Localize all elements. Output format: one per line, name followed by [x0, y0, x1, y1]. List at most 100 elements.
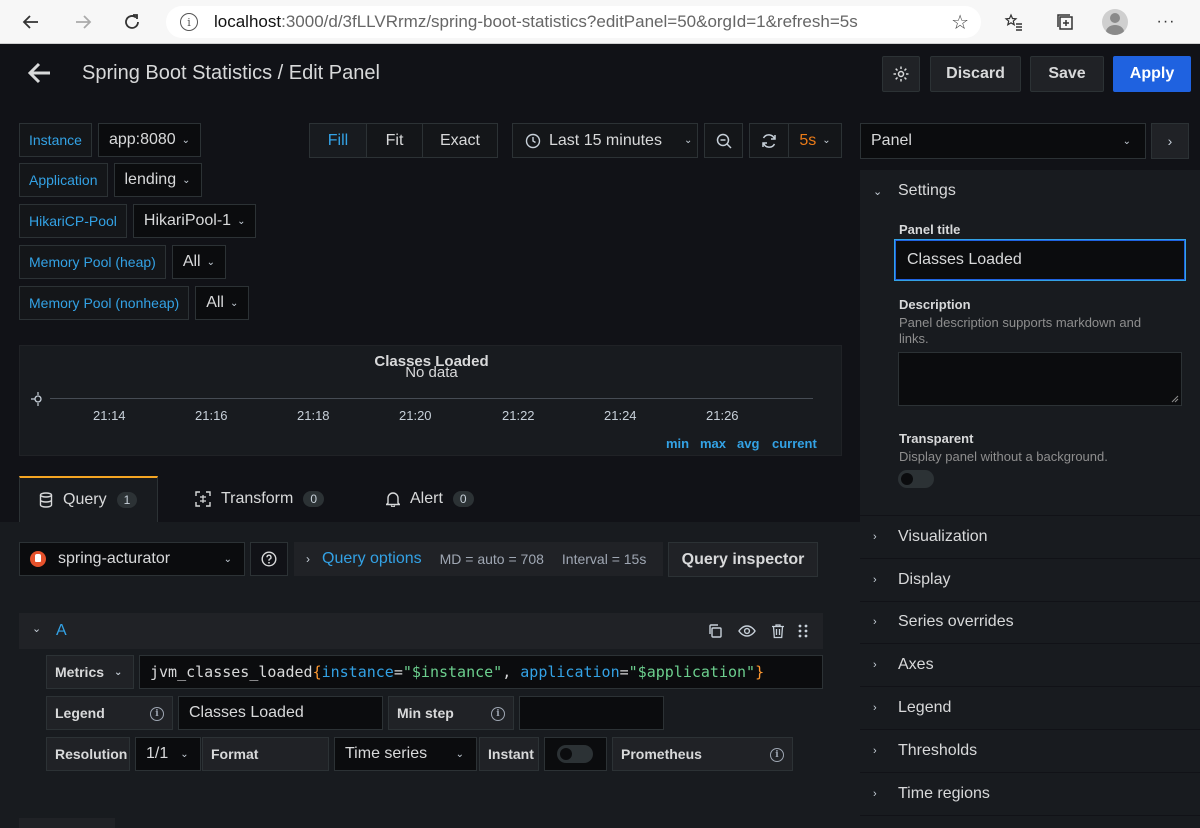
- query-ref-id[interactable]: A: [56, 622, 67, 640]
- zoom-out-icon: [716, 133, 732, 149]
- variable-label: Memory Pool (heap): [19, 245, 166, 279]
- variable-value: lending: [124, 171, 177, 188]
- apply-button[interactable]: Apply: [1113, 56, 1191, 92]
- tab-label: Alert: [410, 490, 443, 507]
- browser-back-icon[interactable]: [16, 7, 46, 37]
- variable-picker-memory-pool-nonheap[interactable]: All ⌄: [195, 286, 250, 320]
- section-thresholds[interactable]: › Thresholds: [873, 742, 977, 760]
- description-label: Description: [899, 297, 971, 312]
- info-icon[interactable]: i: [770, 748, 784, 762]
- options-pane-select[interactable]: Panel ⌄: [860, 123, 1146, 159]
- section-series-overrides[interactable]: › Series overrides: [873, 613, 1014, 631]
- variable-memory-pool-nonheap: Memory Pool (nonheap) All ⌄: [19, 286, 250, 320]
- variable-picker-application[interactable]: lending ⌄: [113, 163, 202, 197]
- profile-avatar[interactable]: [1102, 9, 1128, 35]
- section-divider: [860, 729, 1200, 730]
- trash-icon[interactable]: [771, 623, 785, 639]
- size-fit-button[interactable]: Fit: [366, 123, 423, 158]
- discard-button[interactable]: Discard: [930, 56, 1021, 92]
- section-time-regions[interactable]: › Time regions: [873, 785, 990, 803]
- expr-metric: jvm_classes_loaded: [150, 663, 313, 681]
- legend-header-min[interactable]: min: [666, 436, 689, 451]
- format-value: Time series: [345, 745, 428, 762]
- chevron-right-icon: ›: [873, 574, 877, 586]
- transparent-toggle[interactable]: [898, 470, 934, 488]
- instant-toggle[interactable]: [557, 745, 593, 763]
- x-tick-label: 21:16: [195, 408, 228, 423]
- section-axes[interactable]: › Axes: [873, 656, 934, 674]
- collapse-chevron-icon[interactable]: ⌄: [32, 622, 41, 635]
- duplicate-icon[interactable]: [707, 623, 723, 639]
- description-textarea[interactable]: [898, 352, 1182, 406]
- legend-header-max[interactable]: max: [700, 436, 726, 451]
- transparent-label: Transparent: [899, 431, 974, 446]
- variable-picker-memory-pool-heap[interactable]: All ⌄: [171, 245, 226, 279]
- x-tick-label: 21:18: [297, 408, 330, 423]
- time-range-picker[interactable]: Last 15 minutes ⌄: [512, 123, 698, 158]
- more-menu-icon[interactable]: ···: [1152, 8, 1180, 36]
- back-arrow-icon[interactable]: [26, 59, 54, 87]
- collections-icon[interactable]: [1051, 8, 1079, 36]
- collapse-options-button[interactable]: ›: [1151, 123, 1189, 159]
- section-display[interactable]: › Display: [873, 571, 950, 589]
- browser-forward-icon[interactable]: [68, 7, 98, 37]
- variable-value: app:8080: [108, 131, 176, 148]
- section-settings[interactable]: ⌄ Settings: [873, 182, 956, 200]
- expr-operator: =: [393, 663, 403, 681]
- query-inspector-button[interactable]: Query inspector: [668, 542, 818, 577]
- resolution-label: Resolution: [55, 746, 128, 762]
- prometheus-label-box: Prometheus i: [612, 737, 793, 771]
- refresh-interval-picker[interactable]: 5s ⌄: [788, 123, 842, 158]
- section-visualization[interactable]: › Visualization: [873, 528, 988, 546]
- browser-reload-icon[interactable]: [117, 7, 147, 37]
- chevron-down-icon: ⌄: [873, 185, 883, 198]
- chevron-down-icon: ⌄: [180, 748, 189, 760]
- panel-preview: Classes Loaded No data 21:14 21:16 21:18…: [19, 345, 842, 456]
- add-query-button[interactable]: [19, 818, 115, 828]
- variable-picker-hikaricp-pool[interactable]: HikariPool-1 ⌄: [132, 204, 257, 238]
- eye-icon[interactable]: [738, 624, 756, 638]
- query-help-button[interactable]: [250, 542, 288, 576]
- tab-label: Query: [63, 491, 107, 508]
- chevron-right-icon: ›: [306, 552, 310, 566]
- panel-title-input[interactable]: Classes Loaded: [895, 240, 1185, 280]
- refresh-button[interactable]: [749, 123, 789, 158]
- url-path: :3000/d/3fLLVRrmz/spring-boot-statistics…: [281, 12, 858, 31]
- legend-format-input[interactable]: Classes Loaded: [178, 696, 383, 730]
- section-legend[interactable]: › Legend: [873, 699, 951, 717]
- tab-alert[interactable]: Alert 0: [386, 476, 474, 522]
- min-step-input[interactable]: [519, 696, 664, 730]
- drag-handle-icon[interactable]: [797, 623, 809, 639]
- site-info-icon[interactable]: i: [180, 13, 198, 31]
- tab-count-badge: 0: [303, 491, 324, 507]
- zoom-out-button[interactable]: [704, 123, 743, 158]
- legend-header-current[interactable]: current: [772, 436, 817, 451]
- legend-format-value: Classes Loaded: [189, 704, 304, 721]
- variable-picker-instance[interactable]: app:8080 ⌄: [97, 123, 202, 157]
- size-exact-button[interactable]: Exact: [422, 123, 498, 158]
- variable-value: All: [182, 253, 201, 270]
- time-range-label: Last 15 minutes: [549, 131, 662, 149]
- query-options-label[interactable]: Query options: [322, 550, 422, 568]
- favorite-star-icon[interactable]: ☆: [951, 10, 969, 35]
- info-icon[interactable]: i: [150, 707, 164, 721]
- metrics-dropdown[interactable]: Metrics ⌄: [46, 655, 134, 689]
- size-fill-button[interactable]: Fill: [309, 123, 367, 158]
- legend-header-avg[interactable]: avg: [737, 436, 759, 451]
- promql-query-input[interactable]: jvm_classes_loaded{instance = "$instance",…: [139, 655, 823, 689]
- info-icon[interactable]: i: [491, 707, 505, 721]
- save-button[interactable]: Save: [1030, 56, 1104, 92]
- chevron-right-icon: ›: [873, 788, 877, 800]
- resolution-select[interactable]: 1/1 ⌄: [135, 737, 201, 771]
- panel-settings-button[interactable]: [882, 56, 920, 92]
- clock-icon: [525, 133, 541, 148]
- section-divider: [860, 515, 1200, 516]
- favorites-icon[interactable]: [1000, 8, 1028, 36]
- query-options-bar[interactable]: › Query options MD = auto = 708 Interval…: [294, 542, 663, 576]
- chevron-right-icon: ›: [873, 745, 877, 757]
- tab-transform[interactable]: Transform 0: [195, 476, 324, 522]
- address-bar[interactable]: i localhost:3000/d/3fLLVRrmz/spring-boot…: [166, 6, 981, 38]
- format-select[interactable]: Time series ⌄: [334, 737, 477, 771]
- tab-query[interactable]: Query 1: [19, 476, 158, 522]
- datasource-picker[interactable]: spring-acturator ⌄: [19, 542, 245, 576]
